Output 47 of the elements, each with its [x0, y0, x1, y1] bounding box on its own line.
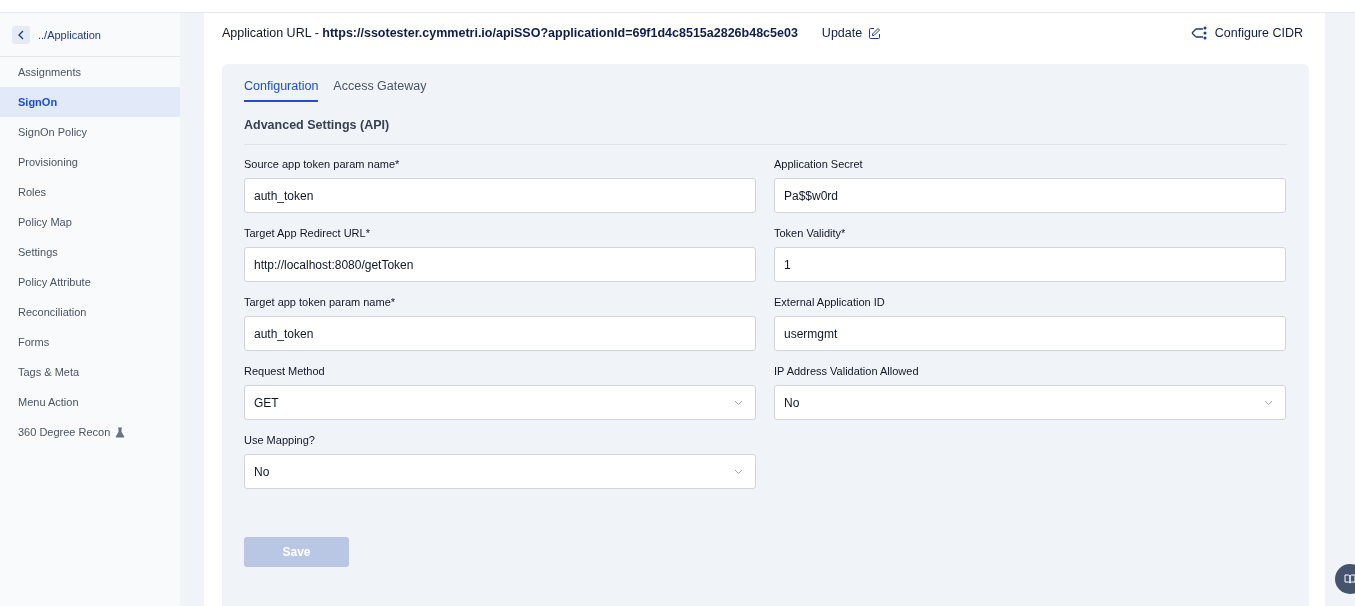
- sidebar-item[interactable]: Settings: [0, 237, 180, 267]
- flask-icon: [115, 426, 126, 438]
- tab[interactable]: Configuration: [244, 74, 319, 102]
- sidebar-item[interactable]: Roles: [0, 177, 180, 207]
- sidebar-item[interactable]: Assignments: [0, 57, 180, 87]
- chevron-left-icon: [17, 30, 25, 40]
- sidebar-item[interactable]: SignOn Policy: [0, 117, 180, 147]
- section-title: Advanced Settings (API): [244, 118, 1287, 145]
- field-label: Target App Redirect URL*: [244, 227, 371, 239]
- input-field[interactable]: auth_token: [244, 178, 756, 213]
- chevron-down-icon: [734, 399, 743, 406]
- field-label: Application Secret: [774, 158, 864, 170]
- sidebar-item[interactable]: 360 Degree Recon: [0, 417, 180, 447]
- input-field[interactable]: auth_token: [244, 316, 756, 351]
- tab[interactable]: Access Gateway: [333, 74, 427, 102]
- sidebar-item[interactable]: Forms: [0, 327, 180, 357]
- edit-icon: [868, 26, 882, 40]
- select-field[interactable]: No: [244, 454, 756, 489]
- input-field[interactable]: 1: [774, 247, 1286, 282]
- field-label: IP Address Validation Allowed: [774, 365, 920, 377]
- sidebar-item[interactable]: Tags & Meta: [0, 357, 180, 387]
- field-label: Target app token param name*: [244, 296, 397, 308]
- select-field[interactable]: GET: [244, 385, 756, 420]
- network-icon: [1190, 26, 1209, 40]
- book-icon: [1344, 574, 1355, 584]
- back-button[interactable]: [12, 26, 30, 44]
- input-field[interactable]: http://localhost:8080/getToken: [244, 247, 756, 282]
- field-label: Source app token param name*: [244, 158, 401, 170]
- application-url: Application URL - https://ssotester.cymmetri.io/apiSSO?applicationId=69f1d4c8515a2826b48c5e03: [222, 26, 798, 40]
- configure-cidr-button[interactable]: Configure CIDR: [1190, 26, 1303, 40]
- field-label: Request Method: [244, 365, 326, 377]
- field-label: External Application ID: [774, 296, 886, 308]
- breadcrumb-link[interactable]: ../Application: [38, 29, 101, 41]
- sidebar-item[interactable]: Reconciliation: [0, 297, 180, 327]
- sidebar-item[interactable]: Policy Map: [0, 207, 180, 237]
- chevron-down-icon: [1264, 399, 1273, 406]
- input-field[interactable]: usermgmt: [774, 316, 1286, 351]
- input-field[interactable]: Pa$$w0rd: [774, 178, 1286, 213]
- sidebar-item[interactable]: Policy Attribute: [0, 267, 180, 297]
- sidebar-item[interactable]: SignOn: [0, 87, 180, 117]
- sidebar-item[interactable]: Provisioning: [0, 147, 180, 177]
- field-label: Token Validity*: [774, 227, 847, 239]
- sidebar-item[interactable]: Menu Action: [0, 387, 180, 417]
- select-field[interactable]: No: [774, 385, 1286, 420]
- update-button[interactable]: Update: [821, 26, 882, 40]
- chevron-down-icon: [734, 468, 743, 475]
- field-label: Use Mapping?: [244, 434, 316, 446]
